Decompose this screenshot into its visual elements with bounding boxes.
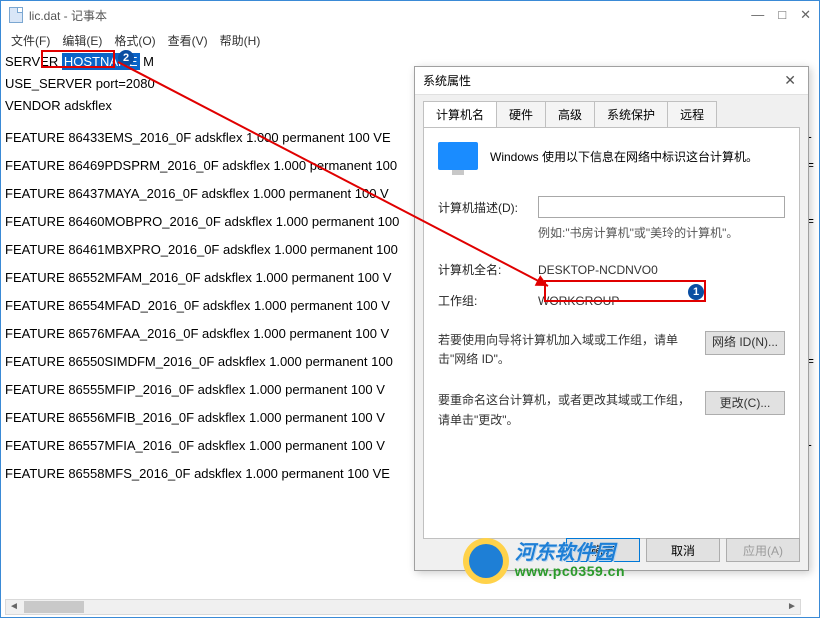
scroll-right-icon[interactable]: ►	[784, 600, 800, 614]
scroll-thumb[interactable]	[24, 601, 84, 613]
file-icon	[9, 7, 23, 23]
sysprops-title-text: 系统属性	[423, 72, 471, 89]
description-input[interactable]	[538, 196, 785, 218]
network-id-button[interactable]: 网络 ID(N)...	[705, 331, 785, 355]
label-workgroup: 工作组:	[438, 292, 538, 309]
notepad-title-text: lic.dat - 记事本	[29, 7, 107, 24]
minimize-button[interactable]: —	[751, 7, 764, 23]
annotation-badge-1: 1	[688, 284, 704, 300]
sysprops-titlebar: 系统属性 ✕	[415, 67, 808, 95]
notepad-menubar: 文件(F) 编辑(E) 格式(O) 查看(V) 帮助(H)	[1, 29, 819, 51]
tab-hardware[interactable]: 硬件	[496, 101, 546, 127]
tab-protection[interactable]: 系统保护	[594, 101, 668, 127]
menu-view[interactable]: 查看(V)	[164, 30, 212, 51]
cancel-button[interactable]: 取消	[646, 538, 720, 562]
notepad-titlebar: lic.dat - 记事本 — □ ✕	[1, 1, 819, 29]
watermark-logo-icon	[463, 538, 509, 584]
netid-text: 若要使用向导将计算机加入域或工作组，请单击"网络 ID"。	[438, 331, 695, 369]
scroll-left-icon[interactable]: ◄	[6, 600, 22, 614]
rename-text: 要重命名这台计算机，或者更改其域或工作组，请单击"更改"。	[438, 391, 695, 429]
close-button[interactable]: ✕	[800, 7, 811, 23]
sysprops-panel: Windows 使用以下信息在网络中标识这台计算机。 计算机描述(D): 例如:…	[423, 127, 800, 539]
value-fullname: DESKTOP-NCDNVO0	[538, 263, 658, 277]
description-hint: 例如:"书房计算机"或"美玲的计算机"。	[538, 224, 785, 241]
menu-edit[interactable]: 编辑(E)	[58, 30, 106, 51]
text: M	[140, 54, 154, 69]
watermark: 河东软件园 www.pc0359.cn	[463, 538, 625, 584]
apply-button[interactable]: 应用(A)	[726, 538, 800, 562]
maximize-button[interactable]: □	[778, 7, 786, 23]
label-description: 计算机描述(D):	[438, 199, 538, 216]
close-icon[interactable]: ✕	[780, 72, 800, 89]
menu-help[interactable]: 帮助(H)	[216, 30, 265, 51]
label-fullname: 计算机全名:	[438, 261, 538, 278]
tab-remote[interactable]: 远程	[667, 101, 717, 127]
system-properties-dialog: 系统属性 ✕ 计算机名 硬件 高级 系统保护 远程 Windows 使用以下信息…	[414, 66, 809, 571]
watermark-url: www.pc0359.cn	[515, 564, 625, 579]
watermark-name: 河东软件园	[515, 542, 625, 564]
menu-format[interactable]: 格式(O)	[110, 30, 159, 51]
sysprops-tabs: 计算机名 硬件 高级 系统保护 远程	[423, 101, 800, 127]
tab-advanced[interactable]: 高级	[545, 101, 595, 127]
tab-computername[interactable]: 计算机名	[423, 101, 497, 127]
menu-file[interactable]: 文件(F)	[7, 30, 54, 51]
annotation-box-2	[41, 50, 115, 68]
annotation-box-1	[544, 280, 706, 302]
annotation-badge-2: 2	[118, 50, 134, 66]
change-button[interactable]: 更改(C)...	[705, 391, 785, 415]
horizontal-scrollbar[interactable]: ◄ ►	[5, 599, 801, 615]
monitor-icon	[438, 142, 478, 170]
sysprops-head-text: Windows 使用以下信息在网络中标识这台计算机。	[490, 148, 758, 165]
